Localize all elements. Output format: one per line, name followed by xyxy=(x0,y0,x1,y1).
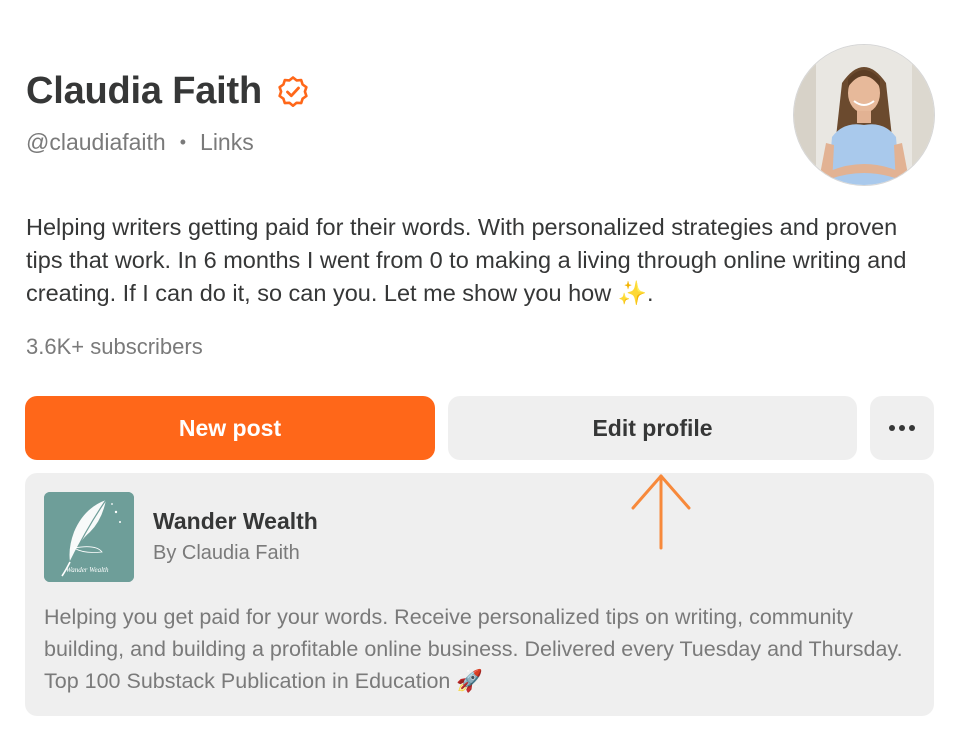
edit-profile-button[interactable]: Edit profile xyxy=(448,396,857,460)
publication-byline: By Claudia Faith xyxy=(153,542,300,564)
publication-description: Helping you get paid for your words. Rec… xyxy=(44,605,903,693)
more-horizontal-icon xyxy=(889,425,915,431)
separator-dot: • xyxy=(179,132,187,152)
arrow-up-icon xyxy=(628,470,694,550)
profile-bio: Helping writers getting paid for their w… xyxy=(26,214,907,306)
publication-title[interactable]: Wander Wealth xyxy=(153,508,318,535)
subscriber-count: 3.6K+ subscribers xyxy=(26,334,203,359)
more-options-button[interactable] xyxy=(870,396,934,460)
profile-handle: @claudiafaith xyxy=(26,129,166,155)
publication-logo: Wander Wealth xyxy=(44,492,134,582)
publication-logo-text: Wander Wealth xyxy=(66,566,109,574)
publication-card[interactable]: Wander Wealth Wander Wealth By Claudia F… xyxy=(25,473,934,716)
profile-name: Claudia Faith xyxy=(26,70,262,112)
links-link[interactable]: Links xyxy=(200,129,254,156)
new-post-button[interactable]: New post xyxy=(25,396,435,460)
verified-check-icon xyxy=(276,75,310,109)
avatar[interactable] xyxy=(793,44,935,186)
handle-row: @claudiafaith • Links xyxy=(26,129,254,156)
name-row: Claudia Faith xyxy=(26,70,310,113)
